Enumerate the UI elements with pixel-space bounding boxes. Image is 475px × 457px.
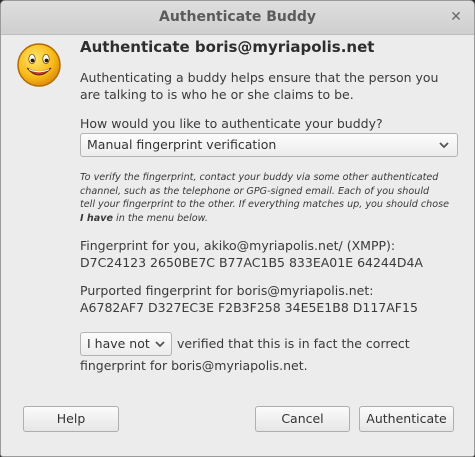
verification-statement: verified that this is in fact the correc… xyxy=(177,336,410,351)
your-fingerprint-value: D7C24123 2650BE7C B77AC1B5 833EA01E 6424… xyxy=(80,255,423,270)
authenticate-buddy-dialog: Authenticate Buddy ✕ Authenticate boris@… xyxy=(0,0,475,457)
buddy-fingerprint-value: A6782AF7 D327EC3E F2B3F258 34E5E1B8 D117… xyxy=(80,300,418,315)
intro-line-2: are talking to is who he or she claims t… xyxy=(80,87,354,102)
help-bold-option: I have xyxy=(80,212,113,224)
dialog-heading: Authenticate boris@myriapolis.net xyxy=(80,38,375,56)
chevron-down-icon xyxy=(439,142,449,149)
help-line-4: I have in the menu below. xyxy=(80,212,464,226)
help-button[interactable]: Help xyxy=(23,406,119,432)
intro-line-1: Authenticating a buddy helps ensure that… xyxy=(80,70,439,85)
verification-statement-line-2: fingerprint for boris@myriapolis.net. xyxy=(80,358,308,373)
auth-method-dropdown[interactable]: Manual fingerprint verification xyxy=(80,133,458,157)
smiley-icon xyxy=(17,43,61,87)
help-line-4-rest: in the menu below. xyxy=(112,212,208,224)
help-line-2: channel, such as the telephone or GPG-si… xyxy=(80,185,430,197)
authenticate-button[interactable]: Authenticate xyxy=(359,406,454,432)
intro-text: Authenticating a buddy helps ensure that… xyxy=(80,69,438,103)
buddy-fingerprint-label: Purported fingerprint for boris@myriapol… xyxy=(80,283,374,298)
verification-selected: I have not xyxy=(87,336,150,351)
cancel-button[interactable]: Cancel xyxy=(255,406,350,432)
help-line-1: To verify the fingerprint, contact your … xyxy=(80,172,439,183)
close-button[interactable]: ✕ xyxy=(447,7,465,27)
help-line-3: tell your fingerprint to the other. If e… xyxy=(80,199,450,210)
titlebar[interactable]: Authenticate Buddy ✕ xyxy=(1,1,474,35)
your-fingerprint-label: Fingerprint for you, akiko@myriapolis.ne… xyxy=(80,238,396,253)
close-icon: ✕ xyxy=(450,9,462,25)
auth-method-selected: Manual fingerprint verification xyxy=(87,137,277,152)
window-title: Authenticate Buddy xyxy=(158,9,317,25)
dialog-content: Authenticate boris@myriapolis.net Authen… xyxy=(1,35,474,456)
verification-dropdown[interactable]: I have not xyxy=(80,332,172,356)
chevron-down-icon xyxy=(155,341,165,348)
method-question: How would you like to authenticate your … xyxy=(80,116,383,131)
fingerprint-instructions: To verify the fingerprint, contact your … xyxy=(80,171,464,225)
